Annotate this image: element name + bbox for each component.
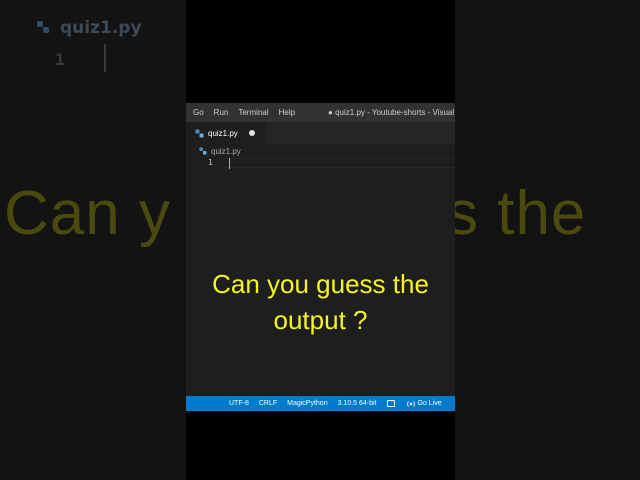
tab-strip: quiz1.py (186, 122, 455, 144)
current-line-highlight (222, 158, 455, 168)
overlay-caption-line2: output ? (273, 305, 368, 335)
python-file-icon (37, 21, 49, 33)
menu-go[interactable]: Go (186, 108, 209, 117)
menu-terminal[interactable]: Terminal (233, 108, 273, 117)
background-overlay-text-right: s the (455, 179, 587, 248)
background-file-name: quiz1.py (60, 18, 142, 38)
feedback-icon[interactable] (386, 400, 395, 407)
window-title: ● quiz1.py - Youtube-shorts - Visual Stu… (328, 108, 455, 117)
background-line-number: 1 (55, 50, 65, 69)
broadcast-icon (406, 400, 415, 407)
vscode-window: Go Run Terminal Help ● quiz1.py - Youtub… (186, 103, 455, 411)
python-file-icon (199, 147, 207, 155)
status-line-ending[interactable]: CRLF (259, 400, 277, 407)
breadcrumb: quiz1.py (186, 144, 455, 158)
background-overlay-text-left: Can y (4, 179, 171, 248)
letterbox-top (186, 0, 455, 103)
python-file-icon (195, 128, 204, 138)
unsaved-dot-icon[interactable] (249, 130, 255, 136)
menu-run[interactable]: Run (209, 108, 234, 117)
menu-bar: Go Run Terminal Help ● quiz1.py - Youtub… (186, 103, 455, 122)
breadcrumb-file[interactable]: quiz1.py (211, 147, 241, 156)
status-language[interactable]: MagicPython (287, 400, 327, 407)
go-live-label: Go Live (417, 400, 442, 407)
overlay-caption-line1: Can you guess the (212, 269, 429, 299)
tab-label: quiz1.py (208, 128, 238, 138)
background-cursor (104, 44, 106, 72)
line-number: 1 (208, 158, 213, 167)
tab-quiz1[interactable]: quiz1.py (186, 122, 266, 144)
text-cursor (229, 158, 230, 169)
status-interpreter[interactable]: 3.10.5 64-bit (338, 400, 377, 407)
letterbox-bottom (186, 411, 455, 480)
code-editor[interactable]: 1 Can you guess the output ? (186, 158, 455, 396)
status-encoding[interactable]: UTF-8 (229, 400, 249, 407)
background-right-panel: s the (455, 0, 640, 480)
menu-help[interactable]: Help (274, 108, 300, 117)
background-left-panel: quiz1.py 1 Can y (0, 0, 186, 480)
status-bar: UTF-8 CRLF MagicPython 3.10.5 64-bit Go … (186, 396, 455, 411)
go-live-button[interactable]: Go Live (406, 400, 442, 408)
